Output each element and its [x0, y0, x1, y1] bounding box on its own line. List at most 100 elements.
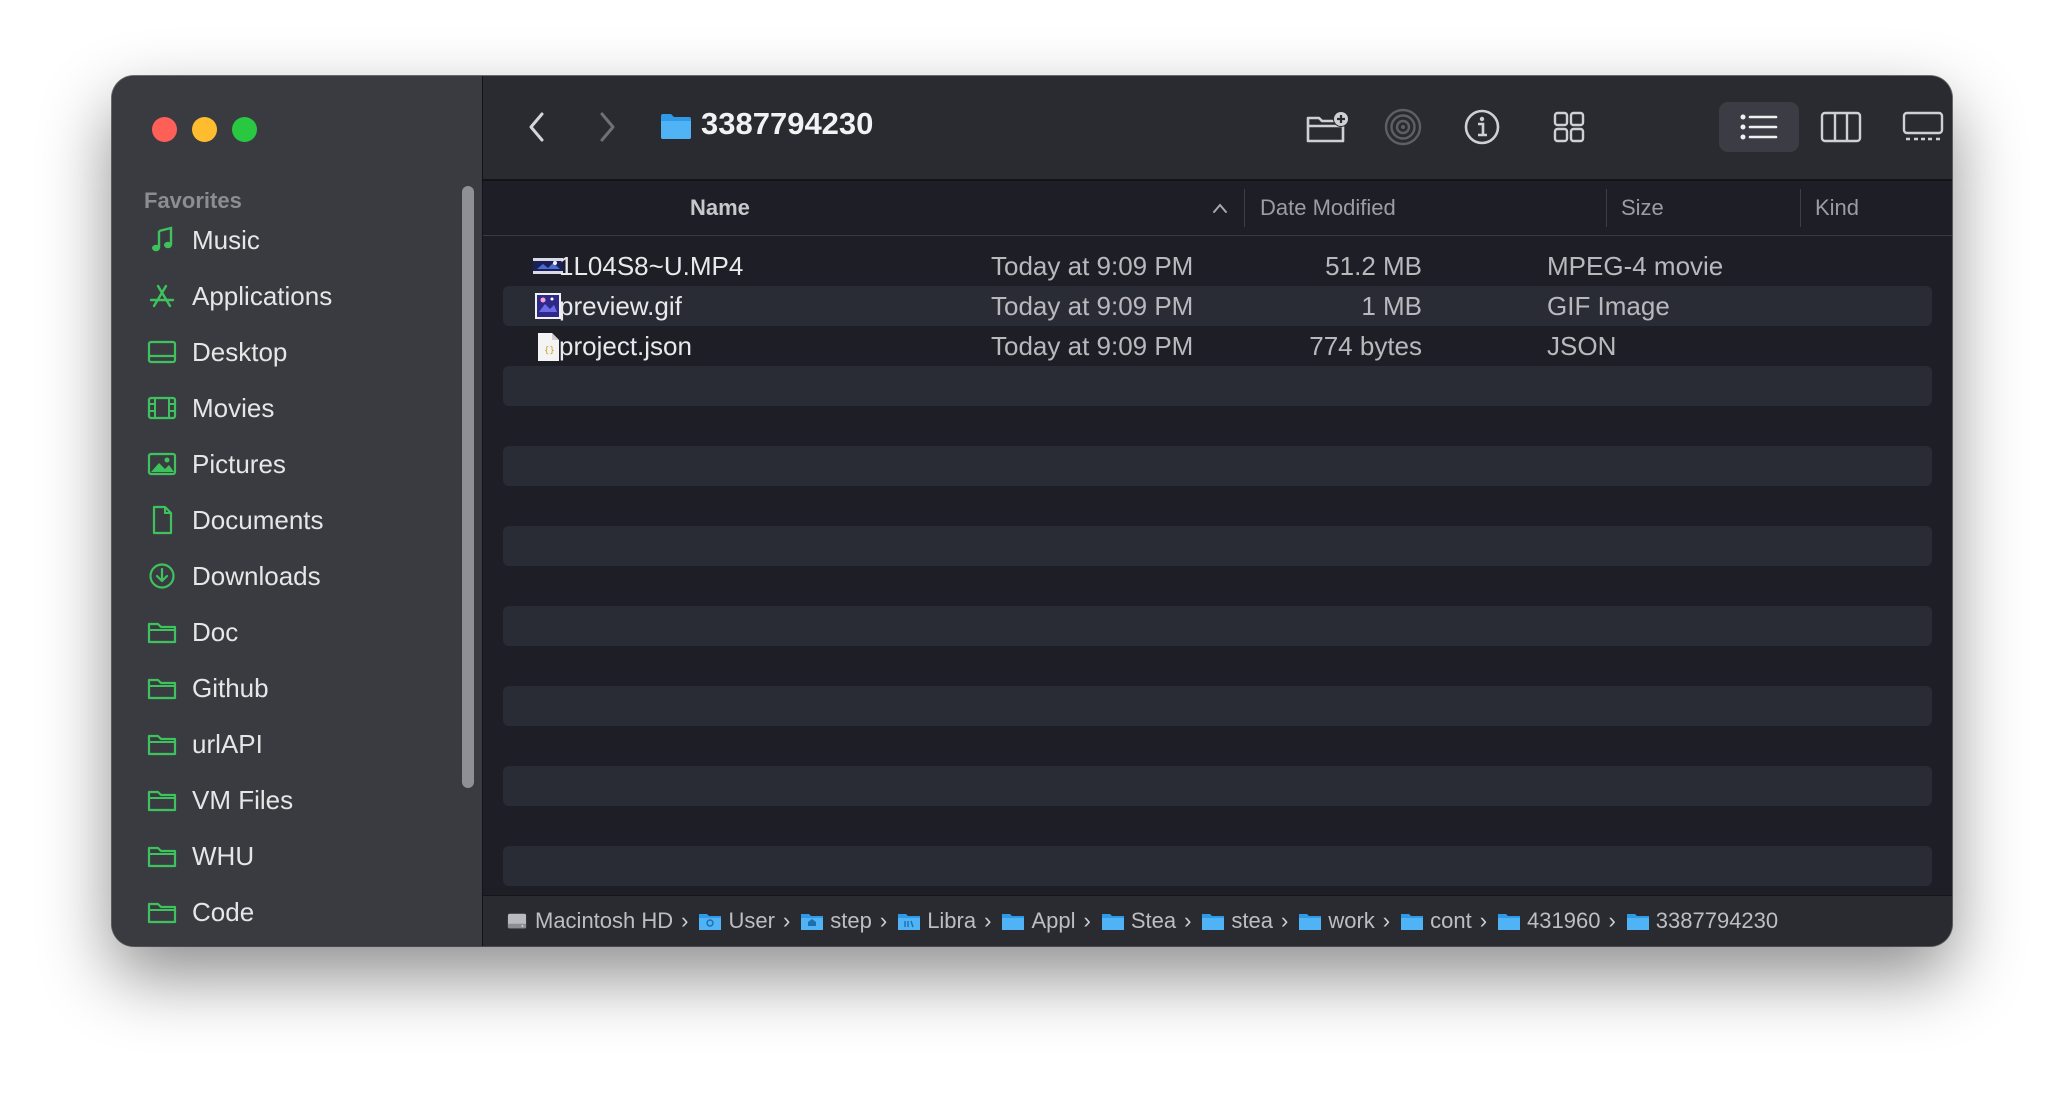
folder-icon — [146, 840, 178, 872]
sidebar-item-label: Github — [192, 672, 269, 703]
sidebar-item-code[interactable]: Code — [112, 884, 452, 940]
file-row[interactable]: preview.gif Today at 9:09 PM 1 MB GIF Im… — [503, 286, 1932, 326]
empty-row — [503, 526, 1932, 566]
column-divider[interactable] — [1800, 189, 1801, 227]
empty-row — [503, 766, 1932, 806]
gallery-view-button[interactable] — [1893, 102, 1952, 152]
path-item-label: work — [1328, 908, 1375, 933]
sidebar-item-label: WHU — [192, 840, 255, 871]
path-item-label: Stea — [1130, 908, 1177, 933]
file-kind: JSON — [1547, 331, 1617, 361]
path-item[interactable]: step › — [800, 908, 897, 934]
back-button[interactable] — [517, 102, 557, 152]
file-name: 1L04S8~U.MP4 — [559, 251, 744, 281]
svg-text:{}: {} — [544, 346, 555, 356]
sidebar-item-whu[interactable]: WHU — [112, 828, 452, 884]
sort-ascending-icon[interactable] — [1211, 201, 1229, 219]
list-view-button[interactable] — [1719, 102, 1799, 152]
sidebar-item-label: Downloads — [192, 560, 321, 591]
file-row[interactable]: 1L04S8~U.MP4 Today at 9:09 PM 51.2 MB MP… — [503, 246, 1932, 286]
sidebar-item-github[interactable]: Github — [112, 660, 452, 716]
path-item[interactable]: cont › — [1400, 908, 1497, 934]
sidebar-item-pictures[interactable]: Pictures — [112, 436, 452, 492]
airdrop-button[interactable] — [1379, 102, 1427, 152]
sidebar-item-urlapi[interactable]: urlAPI — [112, 716, 452, 772]
file-date: Today at 9:09 PM — [991, 291, 1194, 321]
sidebar-list: Music Applications Desktop Movies Pictur… — [112, 212, 452, 940]
get-info-button[interactable] — [1458, 102, 1506, 152]
column-divider[interactable] — [1244, 189, 1245, 227]
minimize-window-button[interactable] — [192, 117, 217, 142]
column-size[interactable]: Size — [1621, 181, 1664, 235]
sidebar-item-vm-files[interactable]: VM Files — [112, 772, 452, 828]
file-size: 51.2 MB — [1325, 251, 1422, 281]
folder-icon — [660, 112, 692, 145]
sidebar-scrollbar[interactable] — [462, 186, 474, 788]
sidebar-item-label: Pictures — [192, 448, 286, 479]
window-controls — [152, 117, 257, 142]
file-kind: GIF Image — [1547, 291, 1670, 321]
forward-button[interactable] — [587, 102, 627, 152]
path-item[interactable]: 431960 › — [1497, 908, 1626, 934]
path-item[interactable]: User › — [698, 908, 800, 934]
sidebar-item-desktop[interactable]: Desktop — [112, 324, 452, 380]
path-item[interactable]: Stea › — [1101, 908, 1202, 934]
file-size: 774 bytes — [1309, 331, 1422, 361]
sidebar-item-music[interactable]: Music — [112, 212, 452, 268]
path-item[interactable]: Libra › — [897, 908, 1001, 934]
new-folder-button[interactable] — [1301, 102, 1355, 152]
file-list: 1L04S8~U.MP4 Today at 9:09 PM 51.2 MB MP… — [503, 246, 1932, 926]
column-view-button[interactable] — [1814, 102, 1868, 152]
column-date-modified[interactable]: Date Modified — [1260, 181, 1396, 235]
column-name[interactable]: Name — [690, 181, 750, 235]
folder-icon — [1626, 914, 1649, 930]
main-content: 3387794230 Name Date Modified Size Kind … — [483, 76, 1952, 946]
file-name: project.json — [559, 331, 692, 361]
file-date: Today at 9:09 PM — [991, 331, 1194, 361]
path-item[interactable]: stea › — [1201, 908, 1298, 934]
column-header: Name Date Modified Size Kind — [483, 181, 1952, 236]
folder-icon — [1002, 914, 1025, 930]
close-window-button[interactable] — [152, 117, 177, 142]
empty-row — [503, 686, 1932, 726]
folder-icon — [146, 672, 178, 704]
hard-drive-icon — [507, 913, 527, 929]
zoom-window-button[interactable] — [232, 117, 257, 142]
toolbar: 3387794230 — [483, 76, 1952, 181]
path-item[interactable]: work › — [1298, 908, 1400, 934]
path-item-label: Macintosh HD — [535, 908, 674, 933]
finder-window: Favorites Music Applications Desktop Mov… — [112, 76, 1952, 946]
folder-icon — [1498, 914, 1521, 930]
path-item[interactable]: Appl › — [1001, 908, 1100, 934]
path-item-label: 431960 — [1527, 908, 1601, 933]
empty-row — [503, 606, 1932, 646]
path-item-label: User — [728, 908, 775, 933]
sidebar-item-movies[interactable]: Movies — [112, 380, 452, 436]
music-note-icon — [146, 224, 178, 256]
new-folder-icon — [1306, 111, 1349, 143]
file-name: preview.gif — [559, 291, 682, 321]
chevron-right-icon — [600, 112, 615, 142]
sidebar-item-label: VM Files — [192, 784, 294, 815]
column-kind[interactable]: Kind — [1815, 181, 1859, 235]
path-item-current[interactable]: 3387794230 — [1626, 908, 1778, 934]
file-date: Today at 9:09 PM — [991, 251, 1194, 281]
download-icon — [146, 560, 178, 592]
sidebar-item-downloads[interactable]: Downloads — [112, 548, 452, 604]
sidebar-item-applications[interactable]: Applications — [112, 268, 452, 324]
column-view-icon — [1820, 111, 1862, 143]
icon-view-button[interactable] — [1544, 102, 1594, 152]
desktop-icon — [146, 336, 178, 368]
sidebar-item-label: Code — [192, 896, 255, 927]
sidebar-item-doc[interactable]: Doc — [112, 604, 452, 660]
library-folder-icon — [898, 914, 921, 930]
info-icon — [1464, 109, 1500, 145]
sidebar-item-label: Movies — [192, 392, 275, 423]
file-row[interactable]: {} project.json Today at 9:09 PM 774 byt… — [503, 326, 1932, 366]
sidebar: Favorites Music Applications Desktop Mov… — [112, 76, 483, 946]
gallery-view-icon — [1902, 111, 1944, 141]
column-divider[interactable] — [1606, 189, 1607, 227]
sidebar-item-label: Desktop — [192, 336, 288, 367]
sidebar-item-documents[interactable]: Documents — [112, 492, 452, 548]
path-item-macintosh-hd[interactable]: Macintosh HD › — [505, 908, 698, 934]
